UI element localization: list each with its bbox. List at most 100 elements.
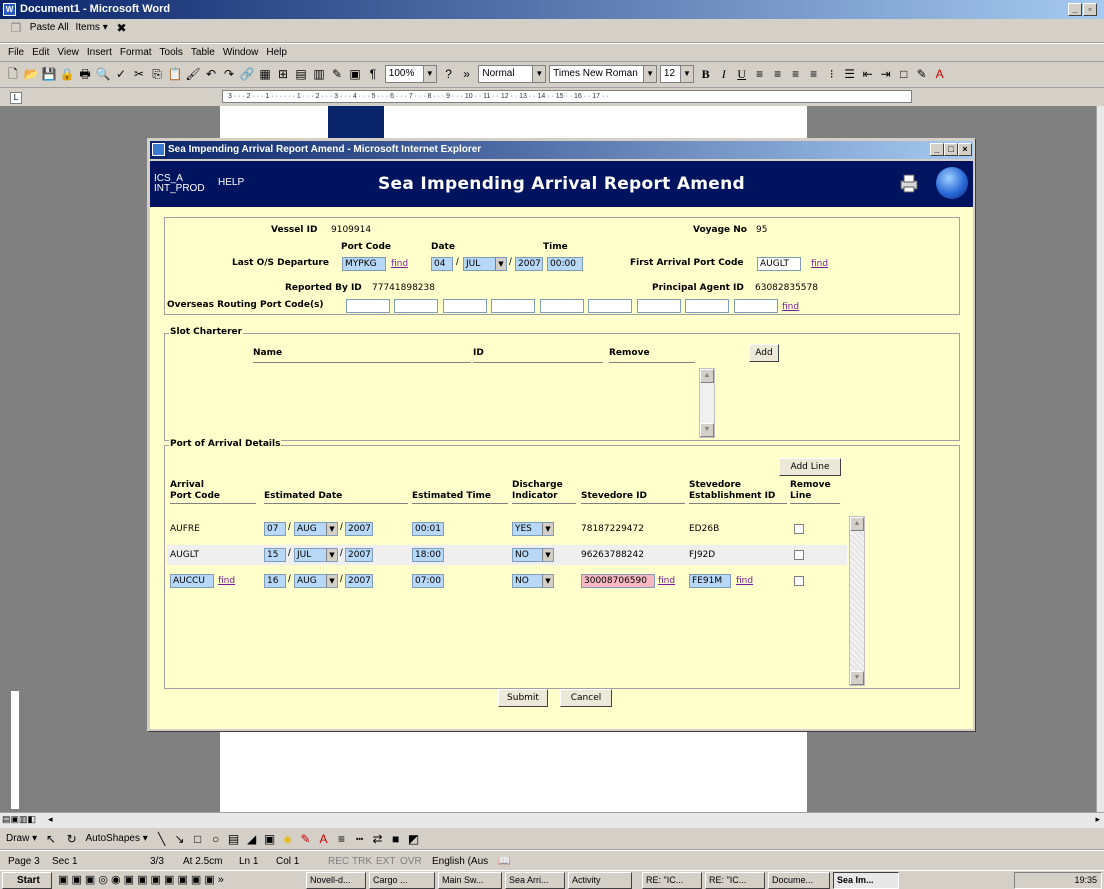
border-icon[interactable]: □ — [896, 66, 912, 82]
routing-port-input-9[interactable] — [734, 299, 778, 313]
menu-view[interactable]: View — [53, 44, 83, 58]
open-icon[interactable]: 📂 — [23, 66, 39, 82]
font-select[interactable]: Times New Roman ▼ — [549, 65, 658, 83]
columns-icon[interactable]: ▥ — [311, 66, 327, 82]
row-discharge-select[interactable]: NO ▼ — [512, 548, 554, 562]
row-stevedore-id-input[interactable]: 30008706590 — [581, 574, 655, 588]
oval-icon[interactable]: ○ — [208, 831, 224, 847]
highlight-icon[interactable]: ✎ — [914, 66, 930, 82]
minimize-icon[interactable]: _ — [930, 143, 944, 156]
wordart-icon[interactable]: ◢ — [244, 831, 260, 847]
departure-day-input[interactable]: 04 — [431, 257, 453, 271]
row-time-input[interactable]: 07:00 — [412, 574, 444, 588]
row-discharge-select[interactable]: NO ▼ — [512, 574, 554, 588]
row-port-code-input[interactable]: AUCCU — [170, 574, 214, 588]
scroll-down-icon[interactable]: ▼ — [850, 671, 864, 685]
clipart-icon[interactable]: ▣ — [262, 831, 278, 847]
printer-icon[interactable] — [898, 173, 920, 193]
task-re-ic-2[interactable]: RE: "IC... — [705, 872, 765, 889]
status-rec[interactable]: REC — [328, 854, 349, 869]
print-icon[interactable]: 🖶 — [77, 66, 93, 82]
row-day-input[interactable]: 16 — [264, 574, 286, 588]
select-objects-icon[interactable]: ↖ — [43, 831, 59, 847]
slot-add-button[interactable]: Add — [749, 344, 779, 362]
row-establishment-find-link[interactable]: find — [736, 576, 753, 586]
arrival-scrollbar[interactable]: ▲ ▼ — [849, 516, 865, 686]
status-ext[interactable]: EXT — [376, 854, 395, 869]
row-time-input[interactable]: 18:00 — [412, 548, 444, 562]
task-sea-impending[interactable]: Sea Im... — [833, 872, 899, 889]
row-discharge-select[interactable]: YES ▼ — [512, 522, 554, 536]
routing-find-link[interactable]: find — [782, 302, 799, 312]
draw-menu[interactable]: Draw ▾ — [4, 830, 39, 848]
cancel-button[interactable]: Cancel — [560, 689, 612, 707]
tables-icon[interactable]: ▦ — [257, 66, 273, 82]
routing-port-input-4[interactable] — [491, 299, 535, 313]
quick-launch-icons[interactable]: ▣ ▣ ▣ ◎ ◉ ▣ ▣ ▣ ▣ ▣ ▣ ▣ » — [58, 873, 224, 886]
menu-insert[interactable]: Insert — [83, 44, 116, 58]
start-button[interactable]: Start — [2, 872, 52, 889]
print-preview-icon[interactable]: 🔍 — [95, 66, 111, 82]
row-time-input[interactable]: 00:01 — [412, 522, 444, 536]
tab-selector-icon[interactable]: L — [10, 92, 22, 104]
task-novell[interactable]: Novell-d... — [306, 872, 366, 889]
row-year-input[interactable]: 2007 — [345, 522, 373, 536]
row-month-select[interactable]: AUG ▼ — [294, 522, 338, 536]
status-ovr[interactable]: OVR — [400, 854, 422, 869]
maximize-icon[interactable]: □ — [944, 143, 958, 156]
arrow-icon[interactable]: ↘ — [172, 831, 188, 847]
departure-time-input[interactable]: 00:00 — [547, 257, 583, 271]
italic-icon[interactable]: I — [716, 66, 732, 82]
bold-icon[interactable]: B — [698, 66, 714, 82]
routing-port-input-8[interactable] — [685, 299, 729, 313]
row-day-input[interactable]: 07 — [264, 522, 286, 536]
paste-all-button[interactable]: Paste All — [28, 19, 71, 37]
task-cargo[interactable]: Cargo ... — [369, 872, 435, 889]
overflow-icon[interactable]: » — [459, 66, 475, 82]
align-left-icon[interactable]: ≡ — [752, 66, 768, 82]
scroll-up-icon[interactable]: ▲ — [700, 369, 714, 383]
task-document[interactable]: Docume... — [768, 872, 830, 889]
row-port-find-link[interactable]: find — [218, 576, 235, 586]
vertical-scrollbar[interactable] — [1096, 106, 1104, 814]
menu-tools[interactable]: Tools — [156, 44, 187, 58]
redo-icon[interactable]: ↷ — [221, 66, 237, 82]
horizontal-scrollbar[interactable]: ▤▣▥◧ ◂ ▸ — [0, 812, 1104, 828]
ie-title-bar[interactable]: Sea Impending Arrival Report Amend - Mic… — [150, 141, 973, 159]
new-document-icon[interactable]: 🗋 — [5, 66, 21, 82]
clear-clipboard-icon[interactable]: ✖ — [114, 20, 130, 36]
routing-port-input-3[interactable] — [443, 299, 487, 313]
horizontal-ruler[interactable]: 3 · · · 2 · · · 1 · · · · · · 1 · · · 2 … — [222, 90, 912, 103]
row-day-input[interactable]: 15 — [264, 548, 286, 562]
scroll-down-icon[interactable]: ▼ — [700, 423, 714, 437]
add-line-button[interactable]: Add Line — [779, 458, 841, 476]
routing-port-input-5[interactable] — [540, 299, 584, 313]
paste-icon[interactable]: 📋 — [167, 66, 183, 82]
row-remove-checkbox[interactable] — [794, 576, 804, 586]
routing-port-input-1[interactable] — [346, 299, 390, 313]
slot-scrollbar[interactable]: ▲ ▼ — [699, 368, 715, 438]
routing-port-input-7[interactable] — [637, 299, 681, 313]
row-establishment-input[interactable]: FE91M — [689, 574, 731, 588]
undo-icon[interactable]: ↶ — [203, 66, 219, 82]
first-arrival-find-link[interactable]: find — [811, 259, 828, 269]
textbox-icon[interactable]: ▤ — [226, 831, 242, 847]
bullets-icon[interactable]: ☰ — [842, 66, 858, 82]
menu-file[interactable]: File — [4, 44, 28, 58]
decrease-indent-icon[interactable]: ⇤ — [860, 66, 876, 82]
items-dropdown[interactable]: Items ▾ — [73, 19, 109, 37]
shadow-icon[interactable]: ■ — [388, 831, 404, 847]
font-color-icon[interactable]: A — [932, 66, 948, 82]
document-map-icon[interactable]: ▣ — [347, 66, 363, 82]
zoom-select[interactable]: 100% ▼ — [384, 65, 437, 83]
increase-indent-icon[interactable]: ⇥ — [878, 66, 894, 82]
routing-port-input-2[interactable] — [394, 299, 438, 313]
menu-format[interactable]: Format — [116, 44, 156, 58]
task-main-sw[interactable]: Main Sw... — [438, 872, 502, 889]
restore-icon[interactable]: ▫ — [1083, 3, 1097, 16]
row-month-select[interactable]: JUL ▼ — [294, 548, 338, 562]
copy-icon[interactable]: ⎘ — [149, 66, 165, 82]
fill-color-icon[interactable]: ◈ — [280, 831, 296, 847]
spelling-status-icon[interactable]: 📖 — [498, 854, 510, 869]
row-year-input[interactable]: 2007 — [345, 548, 373, 562]
